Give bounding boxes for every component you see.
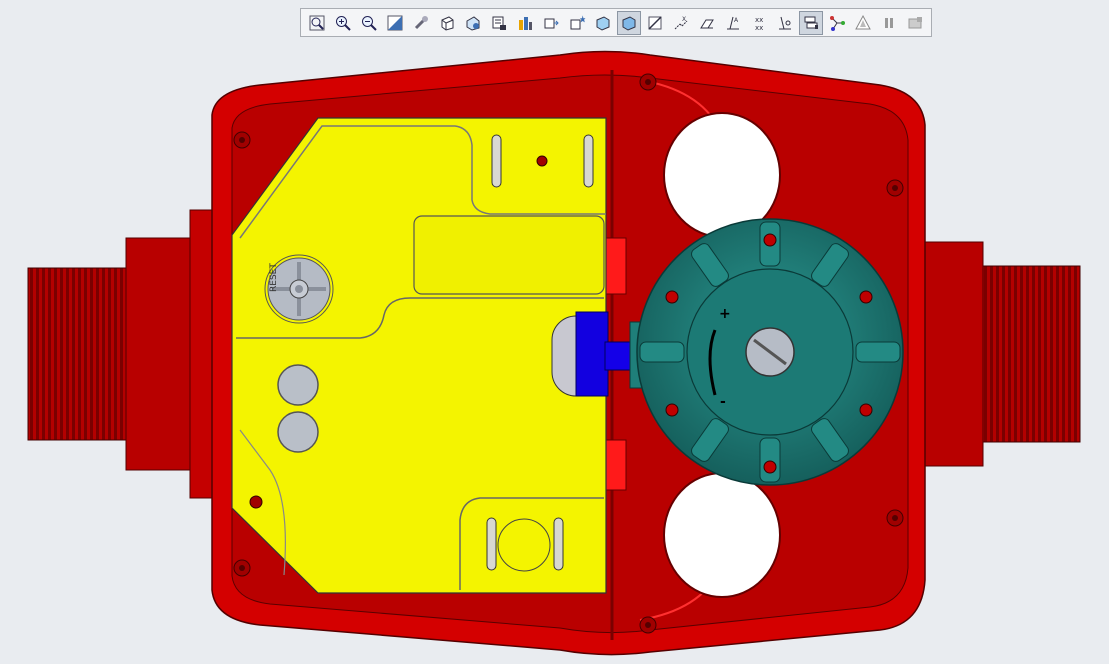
svg-text:A: A (734, 17, 739, 24)
reset-label: RESET (269, 263, 279, 292)
datum-planes-icon[interactable] (643, 11, 667, 35)
datum-points-icon[interactable] (695, 11, 719, 35)
cad-model: RESET + - (27, 50, 1081, 656)
model-tree-filter-icon[interactable] (799, 10, 823, 35)
regenerate-icon[interactable] (903, 11, 927, 35)
appearance-icon[interactable] (513, 11, 537, 35)
datum-axes-icon[interactable]: X (669, 11, 693, 35)
svg-text:xx: xx (755, 16, 763, 24)
left-threaded-connector (27, 209, 216, 499)
perspective-icon[interactable] (591, 11, 615, 35)
zoom-fit-icon[interactable] (305, 11, 329, 35)
zoom-window-icon[interactable] (383, 11, 407, 35)
gauge-minus-label: - (720, 394, 726, 410)
standard-views-icon[interactable] (461, 11, 485, 35)
svg-text:xx: xx (755, 24, 763, 32)
svg-text:X: X (682, 16, 686, 23)
model-viewport[interactable]: RESET + - (0, 0, 1109, 660)
section-icon[interactable] (565, 11, 589, 35)
right-threaded-connector (924, 241, 1081, 467)
spin-center-icon[interactable] (773, 11, 797, 35)
warnings-icon[interactable] (851, 11, 875, 35)
pressure-gauge (636, 218, 904, 486)
gauge-plus-label: + (719, 306, 731, 322)
annotations-icon[interactable]: xx xx (747, 11, 771, 35)
pause-icon[interactable] (877, 11, 901, 35)
shading-icon[interactable] (617, 10, 641, 35)
coordinate-systems-icon[interactable]: A (721, 11, 745, 35)
yellow-cover (231, 117, 607, 594)
pan-icon[interactable] (409, 11, 433, 35)
zoom-out-icon[interactable] (357, 11, 381, 35)
view-cube-icon[interactable] (435, 11, 459, 35)
display-style-icon[interactable] (539, 11, 563, 35)
saved-views-icon[interactable] (487, 11, 511, 35)
zoom-in-icon[interactable] (331, 11, 355, 35)
connections-icon[interactable] (825, 11, 849, 35)
blue-coupling (551, 311, 651, 397)
view-toolbar: X A xx xx (300, 8, 932, 37)
